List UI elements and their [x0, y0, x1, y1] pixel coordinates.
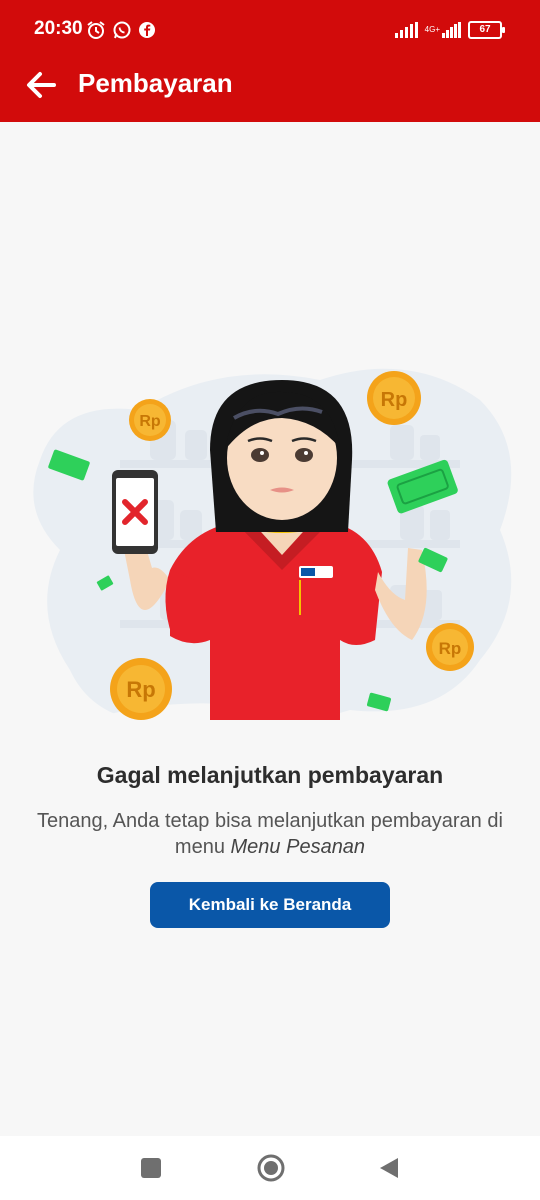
- svg-text:Rp: Rp: [439, 639, 462, 658]
- rupiah-coin-icon: Rp: [110, 658, 172, 720]
- status-bar: 20:30 4G+ 67: [0, 0, 540, 60]
- circle-home-icon[interactable]: [257, 1154, 285, 1182]
- battery-indicator: 67: [468, 21, 505, 39]
- facebook-icon: [139, 22, 155, 38]
- error-description: Tenang, Anda tetap bisa melanjutkan pemb…: [20, 808, 520, 860]
- status-time: 20:30: [34, 18, 83, 39]
- back-to-home-button[interactable]: Kembali ke Beranda: [150, 882, 390, 928]
- phone-error-icon: [112, 470, 158, 554]
- payment-failed-illustration: Rp Rp Rp Rp: [33, 368, 512, 740]
- triangle-back-icon[interactable]: [378, 1156, 400, 1180]
- signal-icon-2: [442, 22, 461, 38]
- page-title: Pembayaran: [78, 68, 233, 98]
- signal-4g-group: 4G+: [425, 22, 462, 38]
- square-icon[interactable]: [141, 1158, 161, 1178]
- menu-pesanan-emphasis: Menu Pesanan: [230, 836, 366, 858]
- signal-icon: [394, 22, 418, 38]
- rupiah-coin-icon: Rp: [129, 399, 171, 441]
- rupiah-coin-icon: Rp: [367, 371, 421, 425]
- app-header: 20:30 4G+ 67 Pembayaran: [0, 0, 540, 122]
- rupiah-coin-icon: Rp: [426, 623, 474, 671]
- whatsapp-icon: [113, 21, 131, 39]
- status-notification-icons: [86, 19, 156, 41]
- svg-text:Rp: Rp: [126, 677, 155, 702]
- arrow-left-icon[interactable]: [24, 68, 58, 102]
- system-nav-bar: [0, 1136, 540, 1200]
- error-headline: Gagal melanjutkan pembayaran: [96, 762, 444, 788]
- status-system-icons: 4G+ 67: [394, 19, 505, 41]
- svg-text:Rp: Rp: [139, 413, 161, 430]
- svg-text:Rp: Rp: [381, 389, 408, 411]
- alarm-icon: [87, 21, 105, 39]
- network-type: 4G+: [424, 25, 440, 34]
